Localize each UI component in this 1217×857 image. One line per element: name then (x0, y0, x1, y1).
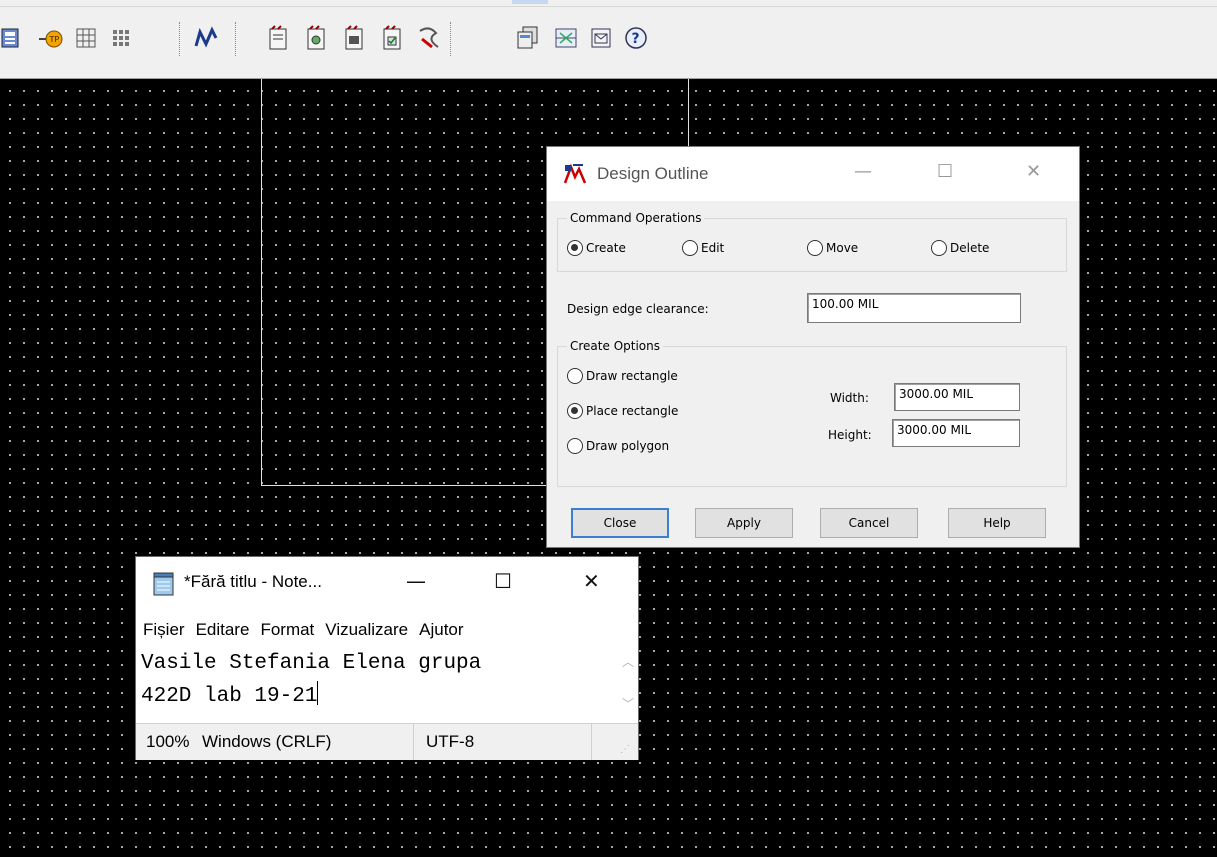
menu-format[interactable]: Format (260, 620, 314, 640)
radio-place-rectangle-label: Place rectangle (586, 404, 679, 418)
resize-grip-icon[interactable]: ⋰ (620, 744, 630, 755)
radio-delete-dot[interactable] (931, 240, 947, 256)
toolbar-separator (235, 22, 237, 56)
cancel-button[interactable]: Cancel (820, 508, 918, 538)
radio-edit-label: Edit (701, 241, 725, 255)
doc-icon-4[interactable] (376, 22, 408, 54)
close-icon[interactable]: ✕ (1026, 161, 1041, 182)
grid-small-icon[interactable] (105, 22, 137, 54)
notepad-title: *Fără titlu - Note... (184, 572, 322, 591)
notepad-titlebar[interactable]: *Fără titlu - Note... — ☐ ✕ (136, 557, 638, 613)
text-line-2-wrap: 422D lab 19-21 (141, 680, 616, 713)
notepad-window: *Fără titlu - Note... — ☐ ✕ Fișier Edita… (135, 556, 639, 760)
menu-view[interactable]: Vizualizare (325, 620, 408, 640)
radio-delete-label: Delete (950, 241, 990, 255)
radio-draw-polygon-dot[interactable] (567, 438, 583, 454)
dialog-title: Design Outline (597, 164, 709, 183)
status-separator (591, 724, 592, 760)
tp-icon[interactable]: TP (35, 22, 67, 54)
minimize-icon[interactable]: — (406, 569, 426, 593)
radio-move-label: Move (826, 241, 859, 255)
width-input[interactable]: 3000.00 MIL (894, 383, 1020, 411)
route-icon[interactable] (190, 22, 222, 54)
scroll-up-icon[interactable]: ︿ (622, 653, 634, 670)
clearance-label: Design edge clearance: (567, 302, 709, 316)
grid-icon[interactable] (70, 22, 102, 54)
maximize-icon[interactable]: ☐ (494, 569, 512, 593)
radio-edit-dot[interactable] (682, 240, 698, 256)
text-line-2: 422D lab 19-21 (141, 685, 318, 708)
help-button[interactable]: Help (948, 508, 1046, 538)
svg-text:TP: TP (49, 35, 60, 44)
window-icon[interactable] (585, 22, 617, 54)
status-encoding: UTF-8 (426, 732, 475, 751)
close-icon[interactable]: ✕ (583, 569, 600, 593)
scroll-down-icon[interactable]: ﹀ (622, 695, 634, 712)
minimize-icon[interactable]: — (854, 161, 872, 182)
dialog-titlebar[interactable]: Design Outline — ☐ ✕ (547, 147, 1079, 201)
radio-edit[interactable]: Edit (682, 240, 724, 256)
radio-move[interactable]: Move (807, 240, 858, 256)
apply-button[interactable]: Apply (695, 508, 793, 538)
height-input[interactable]: 3000.00 MIL (892, 419, 1020, 447)
doc-icon-3[interactable] (338, 22, 370, 54)
menu-edit[interactable]: Editare (196, 620, 250, 640)
design-outline-dialog: Design Outline — ☐ ✕ Command Operations … (546, 146, 1080, 548)
status-zoom: 100% (146, 732, 190, 751)
toolbar-separator (179, 22, 181, 56)
toolbar-accent (512, 0, 548, 4)
text-line-1: Vasile Stefania Elena grupa (141, 652, 482, 675)
split-icon[interactable] (550, 22, 582, 54)
notepad-statusbar: 100% Windows (CRLF) UTF-8 ⋰ (136, 723, 638, 760)
menu-help[interactable]: Ajutor (419, 620, 463, 640)
create-options-label: Create Options (567, 339, 663, 353)
help-icon[interactable]: ? (620, 22, 652, 54)
doc-icon-1[interactable] (262, 22, 294, 54)
status-line-ending: Windows (CRLF) (202, 732, 332, 751)
radio-create-dot[interactable] (567, 240, 583, 256)
radio-draw-rectangle[interactable]: Draw rectangle (567, 368, 678, 384)
radio-place-rectangle[interactable]: Place rectangle (567, 403, 678, 419)
report-icon[interactable] (0, 22, 26, 54)
svg-text:?: ? (632, 31, 640, 47)
radio-create[interactable]: Create (567, 240, 626, 256)
command-operations-label: Command Operations (567, 211, 705, 225)
radio-create-label: Create (586, 241, 626, 255)
copy-icon[interactable] (512, 22, 544, 54)
notepad-icon (150, 571, 176, 600)
radio-draw-polygon[interactable]: Draw polygon (567, 438, 669, 454)
doc-icon-2[interactable] (300, 22, 332, 54)
radio-draw-rectangle-label: Draw rectangle (586, 369, 678, 383)
vertical-scrollbar[interactable]: ︿ ﹀ (616, 647, 638, 721)
close-button[interactable]: Close (571, 508, 669, 538)
toolbar-separator (450, 22, 452, 56)
notepad-menubar: Fișier Editare Format Vizualizare Ajutor (136, 613, 638, 647)
radio-move-dot[interactable] (807, 240, 823, 256)
radio-draw-polygon-label: Draw polygon (586, 439, 670, 453)
height-label: Height: (828, 428, 872, 442)
toolbar-top-edge (0, 0, 1217, 7)
text-cursor (317, 681, 319, 705)
radio-place-rectangle-dot[interactable] (567, 403, 583, 419)
radio-delete[interactable]: Delete (931, 240, 989, 256)
radio-draw-rectangle-dot[interactable] (567, 368, 583, 384)
clearance-input[interactable]: 100.00 MIL (807, 293, 1021, 323)
menu-file[interactable]: Fișier (143, 620, 185, 640)
doc-icon-5[interactable] (413, 22, 445, 54)
notepad-text-area[interactable]: Vasile Stefania Elena grupa 422D lab 19-… (136, 647, 616, 721)
status-separator (413, 724, 414, 760)
width-label: Width: (830, 391, 869, 405)
maximize-icon[interactable]: ☐ (937, 161, 953, 182)
toolbar: TP ? (0, 0, 1217, 79)
design-outline-icon (563, 163, 587, 188)
